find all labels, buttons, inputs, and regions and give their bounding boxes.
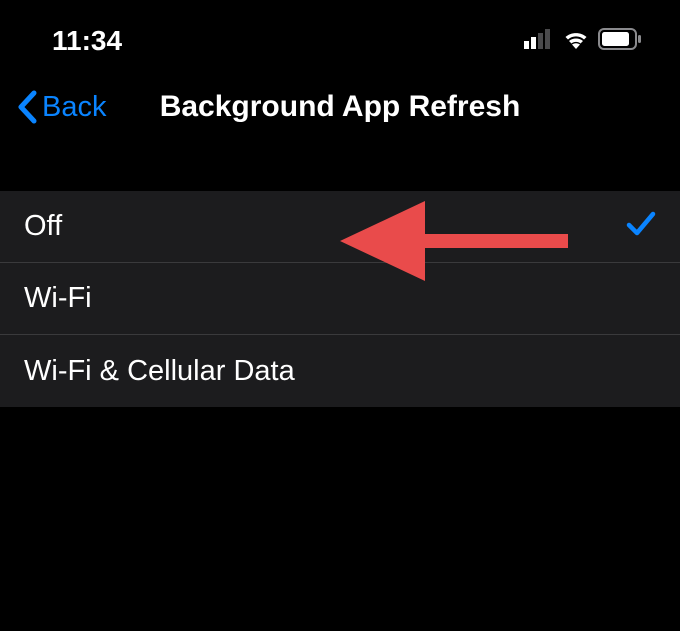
navigation-bar: Back Background App Refresh xyxy=(0,75,680,145)
checkmark-icon xyxy=(626,210,656,243)
section-spacer xyxy=(0,145,680,191)
back-label: Back xyxy=(42,91,106,124)
status-icons-group xyxy=(524,28,642,55)
option-label: Wi-Fi xyxy=(24,282,92,315)
back-button[interactable]: Back xyxy=(16,90,106,124)
option-off[interactable]: Off xyxy=(0,191,680,263)
status-time: 11:34 xyxy=(52,25,122,57)
wifi-icon xyxy=(562,29,590,54)
option-label: Wi-Fi & Cellular Data xyxy=(24,355,295,388)
cellular-signal-icon xyxy=(524,29,554,54)
options-list: Off Wi-Fi Wi-Fi & Cellular Data xyxy=(0,191,680,407)
option-wifi[interactable]: Wi-Fi xyxy=(0,263,680,335)
status-bar: 11:34 xyxy=(0,0,680,75)
page-title: Background App Refresh xyxy=(160,90,521,124)
option-wifi-cellular[interactable]: Wi-Fi & Cellular Data xyxy=(0,335,680,407)
battery-icon xyxy=(598,28,642,55)
option-label: Off xyxy=(24,210,62,243)
chevron-left-icon xyxy=(16,90,38,124)
